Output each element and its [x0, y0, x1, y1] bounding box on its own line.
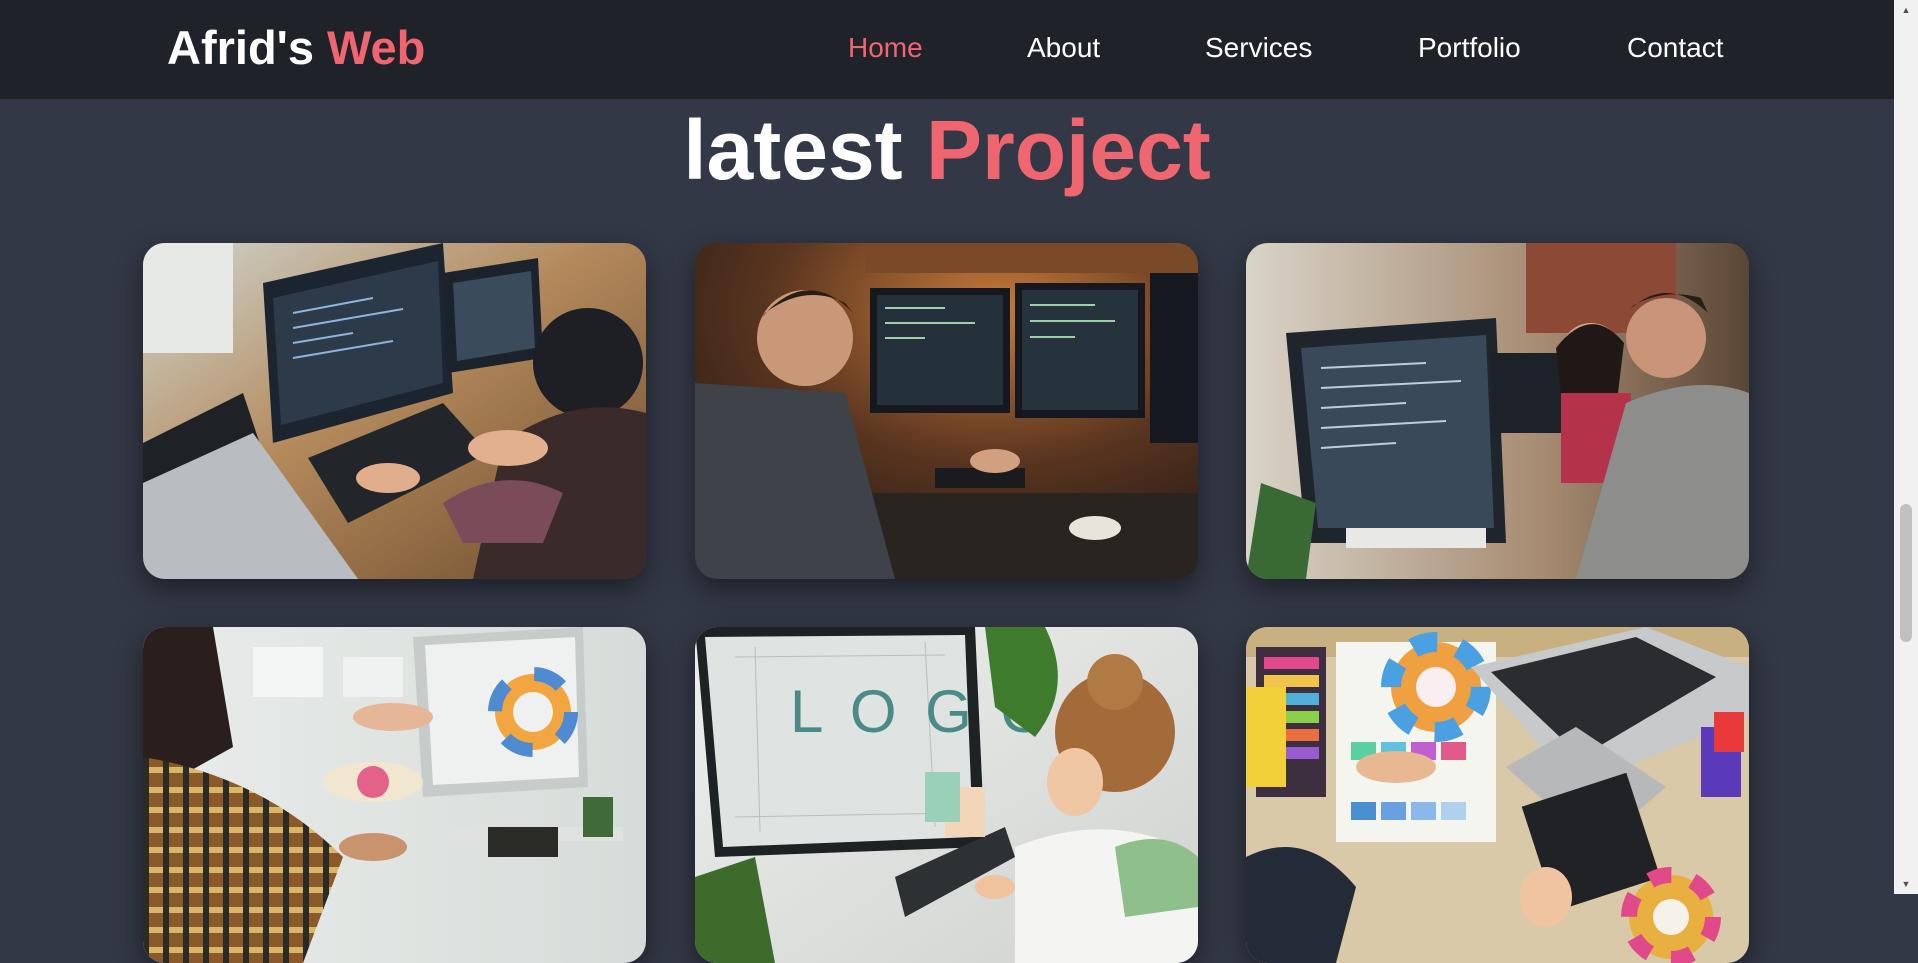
nav-contact-link[interactable]: Contact	[1627, 28, 1724, 68]
scrollbar-thumb[interactable]	[1900, 504, 1912, 642]
project-card-5[interactable]: L O G O	[695, 627, 1198, 963]
project-card-2[interactable]	[695, 243, 1198, 579]
project-image-3	[1246, 243, 1749, 579]
project-card-6[interactable]	[1246, 627, 1749, 963]
section-title-accent: Project	[926, 103, 1211, 197]
logo-main-text: Afrid's	[167, 21, 328, 74]
nav-services-link[interactable]: Services	[1205, 28, 1312, 68]
section-title: latest Project	[0, 100, 1894, 200]
site-header: Afrid's Web Home About Services Portfoli…	[0, 0, 1894, 99]
nav-portfolio-link[interactable]: Portfolio	[1418, 28, 1521, 68]
project-image-6	[1246, 627, 1749, 963]
nav-about-link[interactable]: About	[1027, 28, 1100, 68]
section-title-main: latest	[683, 103, 926, 197]
project-image-5: L O G O	[695, 627, 1198, 963]
triangle-up-icon[interactable]: ▲	[1894, 0, 1918, 20]
site-logo[interactable]: Afrid's Web	[167, 20, 425, 76]
page-scrollbar[interactable]: ▲ ▼	[1894, 0, 1918, 894]
nav-home-link[interactable]: Home	[848, 28, 923, 68]
project-card-3[interactable]	[1246, 243, 1749, 579]
project-card-1[interactable]	[143, 243, 646, 579]
project-image-1	[143, 243, 646, 579]
project-image-4	[143, 627, 646, 963]
triangle-down-icon[interactable]: ▼	[1894, 874, 1918, 894]
logo-accent-text: Web	[327, 21, 426, 74]
project-card-4[interactable]	[143, 627, 646, 963]
project-image-2	[695, 243, 1198, 579]
